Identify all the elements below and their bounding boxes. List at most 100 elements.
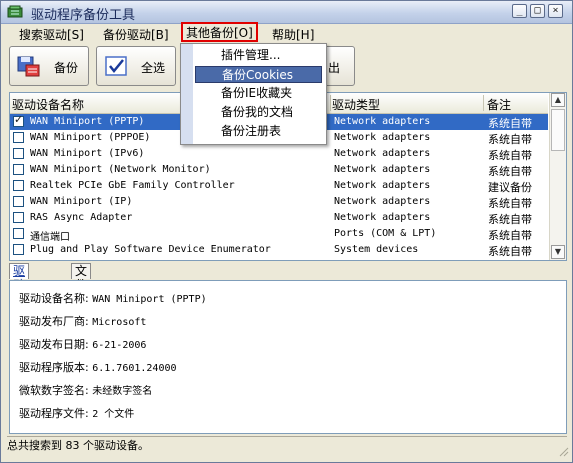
summary-line: 驱动发布厂商: Microsoft xyxy=(19,313,146,329)
summary-line: 微软数字签名: 未经数字签名 xyxy=(19,382,152,398)
col-note-header[interactable]: 备注 xyxy=(487,96,511,113)
row-checkbox[interactable] xyxy=(13,212,24,223)
scroll-down-icon[interactable]: ▼ xyxy=(551,245,565,259)
row-checkbox[interactable] xyxy=(13,228,24,239)
summary-value: 6-21-2006 xyxy=(92,340,147,351)
driver-summary-panel: 驱动设备名称: WAN Miniport (PPTP) 驱动发布厂商: Micro… xyxy=(9,280,567,434)
summary-line: 驱动程序文件: 2 个文件 xyxy=(19,405,134,421)
cell-type: Ports (COM & LPT) xyxy=(334,228,437,239)
table-row[interactable]: WAN Miniport (IP) Network adapters 系统自带 xyxy=(10,194,548,210)
summary-label: 微软数字签名: xyxy=(19,384,89,397)
close-button[interactable]: × xyxy=(548,4,563,18)
summary-value: 6.1.7601.24000 xyxy=(92,363,177,374)
row-checkbox[interactable] xyxy=(13,244,24,255)
cell-type: Network adapters xyxy=(334,212,431,223)
col-divider[interactable] xyxy=(483,95,484,111)
cell-type: Network adapters xyxy=(334,116,431,127)
title-bar[interactable]: 驱动程序备份工具 _ □ × xyxy=(1,1,572,24)
app-icon xyxy=(7,5,23,18)
menu-backup-cookies[interactable]: 备份Cookies xyxy=(195,66,322,83)
cell-name: RAS Async Adapter xyxy=(30,212,133,223)
menu-other-backup[interactable]: 其他备份[O] xyxy=(181,22,258,42)
col-divider[interactable] xyxy=(330,95,331,111)
status-text: 总共搜索到 83 个驱动设备。 xyxy=(7,439,149,452)
cell-name: Plug and Play Software Device Enumerator xyxy=(30,244,271,255)
select-all-label: 全选 xyxy=(141,61,166,75)
menu-backup-documents[interactable]: 备份我的文档 xyxy=(195,104,322,121)
summary-value: 2 个文件 xyxy=(92,409,135,420)
cell-note: 系统自带 xyxy=(488,229,532,242)
cell-note: 建议备份 xyxy=(488,181,532,194)
cell-note: 系统自带 xyxy=(488,197,532,210)
scroll-thumb[interactable] xyxy=(551,109,565,151)
cell-name: 通信端口 xyxy=(30,232,70,243)
backup-button[interactable]: 备份 xyxy=(9,46,89,86)
cell-note: 系统自带 xyxy=(488,133,532,146)
cell-type: Network adapters xyxy=(334,164,431,175)
row-checkbox[interactable] xyxy=(13,180,24,191)
menu-icon-strip xyxy=(181,44,193,144)
tab-driver-summary[interactable]: 驱动摘要 xyxy=(9,263,30,320)
menu-plugin-manager[interactable]: 插件管理... xyxy=(195,47,322,64)
status-bar: 总共搜索到 83 个驱动设备。 xyxy=(7,436,567,453)
table-row[interactable]: WAN Miniport (IPv6) Network adapters 系统自带 xyxy=(10,146,548,162)
summary-label: 驱动发布日期: xyxy=(19,338,89,351)
resize-grip-icon[interactable] xyxy=(557,445,569,457)
cell-name: WAN Miniport (PPPOE) xyxy=(30,132,151,143)
cell-name: WAN Miniport (IPv6) xyxy=(30,148,145,159)
cell-note: 系统自带 xyxy=(488,117,532,130)
menu-help[interactable]: 帮助[H] xyxy=(269,26,317,43)
col-type-header[interactable]: 驱动类型 xyxy=(332,96,380,113)
checkmark-icon xyxy=(105,56,127,76)
maximize-button[interactable]: □ xyxy=(530,4,545,18)
cell-type: Network adapters xyxy=(334,148,431,159)
menu-backup-registry[interactable]: 备份注册表 xyxy=(195,123,322,140)
table-row[interactable]: WAN Miniport (Network Monitor) Network ad… xyxy=(10,162,548,178)
summary-value: 未经数字签名 xyxy=(92,386,153,397)
row-checkbox[interactable] xyxy=(13,132,24,143)
menu-backup-driver[interactable]: 备份驱动[B] xyxy=(100,26,172,43)
summary-label: 驱动程序版本: xyxy=(19,361,89,374)
cell-note: 系统自带 xyxy=(488,245,532,258)
menu-backup-ie-favorites[interactable]: 备份IE收藏夹 xyxy=(195,85,322,102)
cell-note: 系统自带 xyxy=(488,213,532,226)
exit-label: 出 xyxy=(328,61,341,75)
backup-icon xyxy=(17,56,40,77)
select-all-button[interactable]: 全选 xyxy=(96,46,176,86)
cell-type: Network adapters xyxy=(334,180,431,191)
summary-value: WAN Miniport (PPTP) xyxy=(92,294,207,305)
cell-name: WAN Miniport (Network Monitor) xyxy=(30,164,211,175)
window-title: 驱动程序备份工具 xyxy=(31,8,136,23)
table-row[interactable]: Plug and Play Software Device Enumerator… xyxy=(10,242,548,258)
cell-type: System devices xyxy=(334,244,419,255)
backup-label: 备份 xyxy=(54,61,79,75)
summary-value: Microsoft xyxy=(92,317,147,328)
cell-type: Network adapters xyxy=(334,196,431,207)
other-backup-dropdown: 插件管理... 备份Cookies 备份IE收藏夹 备份我的文档 备份注册表 xyxy=(180,43,327,145)
cell-note: 系统自带 xyxy=(488,165,532,178)
summary-line: 驱动程序版本: 6.1.7601.24000 xyxy=(19,359,177,375)
summary-label: 驱动程序文件: xyxy=(19,407,89,420)
table-row[interactable]: 通信端口 Ports (COM & LPT) 系统自带 xyxy=(10,226,548,243)
cell-type: Network adapters xyxy=(334,132,431,143)
row-checkbox[interactable] xyxy=(13,113,24,127)
minimize-button[interactable]: _ xyxy=(512,4,527,18)
row-checkbox[interactable] xyxy=(13,148,24,159)
table-row[interactable]: RAS Async Adapter Network adapters 系统自带 xyxy=(10,210,548,226)
menu-bar: 搜索驱动[S] 备份驱动[B] 其他备份[O] 帮助[H] xyxy=(1,22,572,44)
row-checkbox[interactable] xyxy=(13,196,24,207)
menu-search-driver[interactable]: 搜索驱动[S] xyxy=(16,26,87,43)
summary-label: 驱动发布厂商: xyxy=(19,315,89,328)
scroll-up-icon[interactable]: ▲ xyxy=(551,93,565,107)
cell-note: 系统自带 xyxy=(488,149,532,162)
tab-file-list[interactable]: 文件列表 xyxy=(71,263,92,320)
summary-label: 驱动设备名称: xyxy=(19,292,89,305)
cell-name: WAN Miniport (IP) xyxy=(30,196,133,207)
list-scrollbar[interactable]: ▲ ▼ xyxy=(549,93,566,260)
row-checkbox[interactable] xyxy=(13,164,24,175)
cell-name: WAN Miniport (PPTP) xyxy=(30,116,145,127)
table-row[interactable]: Realtek PCIe GbE Family Controller Networ… xyxy=(10,178,548,194)
summary-line: 驱动发布日期: 6-21-2006 xyxy=(19,336,146,352)
summary-line: 驱动设备名称: WAN Miniport (PPTP) xyxy=(19,290,207,306)
col-name-header[interactable]: 驱动设备名称 xyxy=(12,96,84,113)
